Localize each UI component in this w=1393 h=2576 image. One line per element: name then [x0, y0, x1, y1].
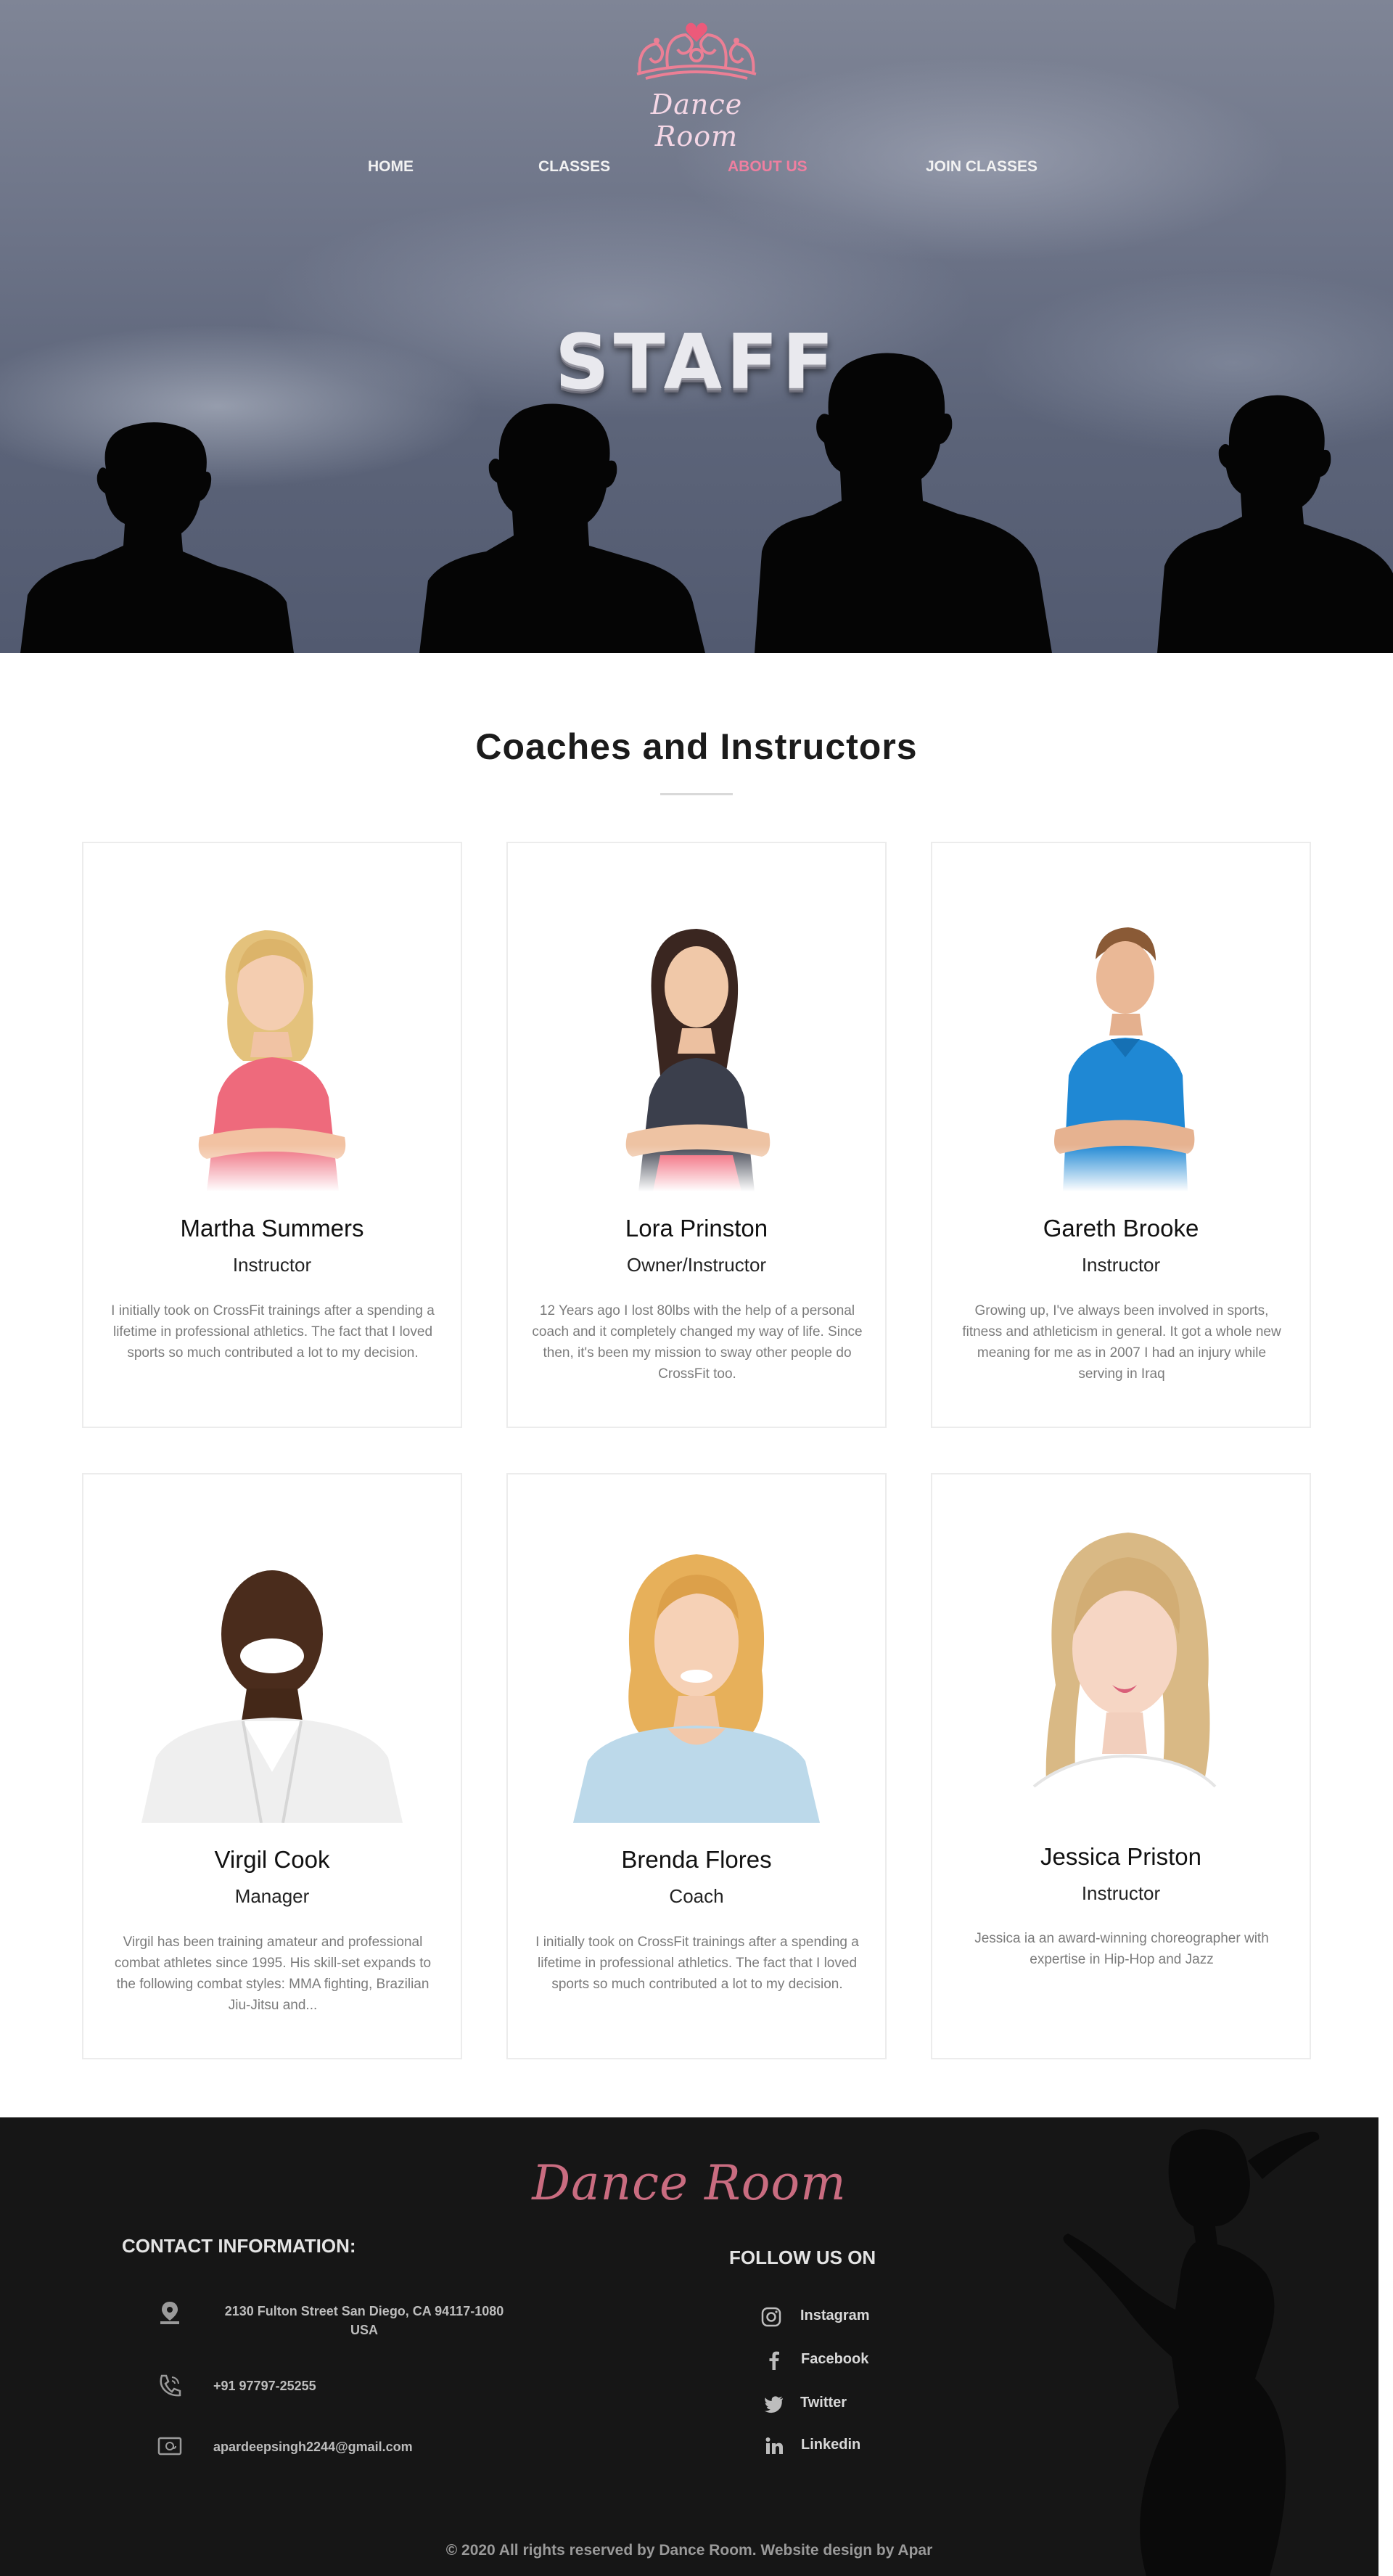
nav-join-classes[interactable]: JOIN CLASSES: [926, 158, 1037, 176]
linkedin-icon[interactable]: [763, 2435, 785, 2457]
social-link-twitter[interactable]: Twitter: [800, 2395, 847, 2411]
staff-photo-gareth-brooke: [976, 879, 1266, 1191]
nav-classes[interactable]: CLASSES: [538, 158, 610, 176]
social-link-instagram[interactable]: Instagram: [800, 2308, 870, 2324]
contact-title: CONTACT INFORMATION:: [122, 2235, 356, 2257]
staff-role: Instructor: [1081, 1882, 1161, 1904]
staff-photo-brenda-flores: [573, 1554, 820, 1823]
hero-banner: Dance Room HOME CLASSES ABOUT US JOIN CL…: [0, 0, 1393, 653]
phone-icon: [160, 2374, 181, 2397]
staff-role: Owner/Instructor: [626, 1254, 767, 1276]
staff-name: Virgil Cook: [214, 1846, 330, 1873]
crown-icon: [636, 22, 757, 80]
nav-home[interactable]: HOME: [368, 158, 414, 176]
staff-name: Jessica Priston: [1040, 1843, 1201, 1870]
staff-card-virgil-cook: Virgil Cook Manager Virgil has been trai…: [82, 1473, 462, 2059]
staff-photo-lora-prinston: [551, 879, 842, 1191]
staff-bio: I initially took on CrossFit trainings a…: [535, 1935, 859, 1992]
copyright: © 2020 All rights reserved by Dance Room…: [445, 2542, 933, 2559]
nav-about-us[interactable]: ABOUT US: [728, 158, 808, 176]
section-heading: Coaches and Instructors: [475, 726, 918, 767]
contact-phone[interactable]: +91 97797-25255: [213, 2376, 316, 2395]
email-icon: [157, 2437, 182, 2456]
twitter-icon[interactable]: [763, 2393, 785, 2415]
staff-card-jessica-priston: Jessica Priston Instructor Jessica ia an…: [931, 1473, 1311, 2059]
staff-role: Instructor: [1081, 1254, 1161, 1276]
staff-card-martha-summers: Martha Summers Instructor I initially to…: [82, 842, 462, 1428]
staff-bio: Jessica ia an award-winning choreographe…: [974, 1931, 1269, 1967]
staff-bio: 12 Years ago I lost 80lbs with the help …: [532, 1303, 863, 1382]
staff-card-gareth-brooke: Gareth Brooke Instructor Growing up, I'v…: [931, 842, 1311, 1428]
main-nav: HOME CLASSES ABOUT US JOIN CLASSES: [0, 158, 1393, 180]
staff-bio: I initially took on CrossFit trainings a…: [111, 1303, 435, 1361]
staff-role: Coach: [669, 1885, 724, 1907]
contact-email[interactable]: apardeepsingh2244@gmail.com: [213, 2437, 413, 2456]
staff-role: Instructor: [232, 1254, 312, 1276]
staff-bio: Virgil has been training amateur and pro…: [114, 1935, 432, 2013]
staff-name: Gareth Brooke: [1043, 1215, 1199, 1242]
brand-logo[interactable]: Dance Room: [617, 7, 776, 152]
footer-logo[interactable]: Dance Room: [0, 2155, 1378, 2211]
staff-card-brenda-flores: Brenda Flores Coach I initially took on …: [506, 1473, 887, 2059]
location-pin-icon: [160, 2302, 179, 2324]
staff-name: Brenda Flores: [621, 1846, 772, 1873]
staff-photo-jessica-priston: [1019, 1533, 1226, 1823]
site-footer: Dance Room CONTACT INFORMATION: 2130 Ful…: [0, 2117, 1378, 2576]
facebook-icon[interactable]: [763, 2350, 785, 2371]
follow-title: FOLLOW US ON: [729, 2247, 876, 2268]
staff-photo-martha-summers: [127, 879, 417, 1191]
brand-name: Dance Room: [650, 89, 743, 152]
hero-title: STAFF: [554, 318, 839, 406]
staff-name: Lora Prinston: [625, 1215, 768, 1242]
staff-bio: Growing up, I've always been involved in…: [962, 1303, 1281, 1382]
heading-divider: [660, 793, 733, 795]
instagram-icon[interactable]: [760, 2306, 782, 2328]
social-link-linkedin[interactable]: Linkedin: [801, 2437, 860, 2453]
social-link-facebook[interactable]: Facebook: [801, 2351, 868, 2368]
staff-role: Manager: [234, 1885, 310, 1907]
staff-name: Martha Summers: [180, 1215, 364, 1242]
staff-card-lora-prinston: Lora Prinston Owner/Instructor 12 Years …: [506, 842, 887, 1428]
contact-address: 2130 Fulton Street San Diego, CA 94117-1…: [224, 2304, 504, 2337]
staff-photo-virgil-cook: [141, 1570, 403, 1823]
